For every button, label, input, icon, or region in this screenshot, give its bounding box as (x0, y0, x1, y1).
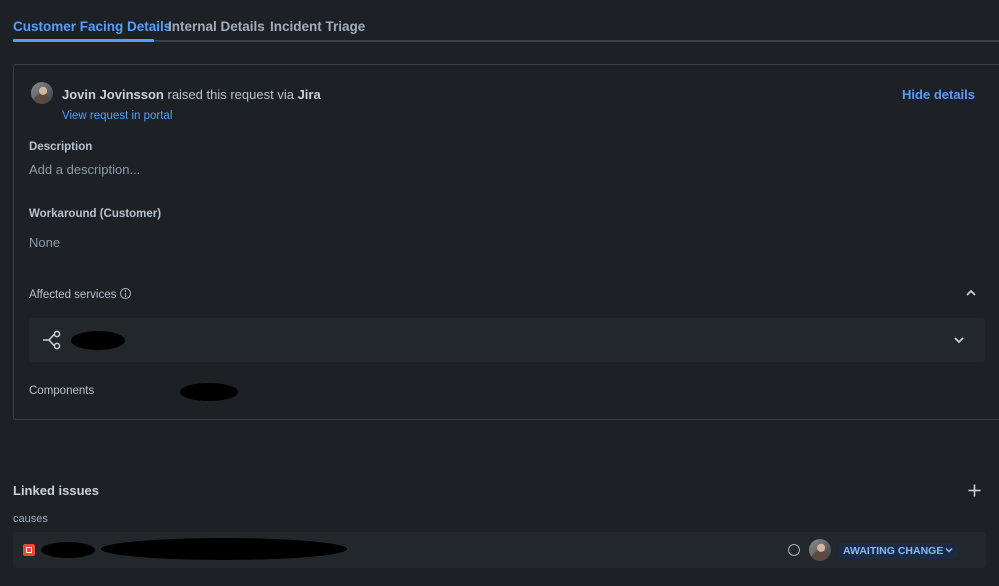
incident-icon (23, 544, 35, 556)
affected-services-label: Affected services (29, 288, 132, 301)
linked-issues-heading: Linked issues (13, 483, 99, 498)
reporter-avatar[interactable] (31, 82, 53, 104)
service-graph-icon (43, 330, 61, 350)
linked-issue-row[interactable]: AWAITING CHANGE (13, 532, 986, 568)
active-tab-indicator (13, 39, 154, 42)
workaround-label: Workaround (Customer) (29, 208, 162, 220)
tab-bar: Customer Facing Details Internal Details… (0, 0, 999, 42)
chevron-up-icon[interactable] (965, 287, 977, 299)
view-in-portal-link[interactable]: View request in portal (62, 110, 172, 122)
affected-service-row[interactable] (29, 318, 985, 362)
redacted-issue-key[interactable] (41, 542, 95, 558)
description-label: Description (29, 141, 93, 153)
chevron-down-icon[interactable] (953, 334, 965, 346)
tab-incident-triage[interactable]: Incident Triage (270, 19, 365, 34)
priority-circle-icon (788, 544, 800, 556)
status-text: AWAITING CHANGE (843, 545, 944, 557)
assignee-avatar[interactable] (809, 539, 831, 561)
info-icon[interactable] (120, 288, 132, 299)
redacted-issue-summary[interactable] (101, 538, 347, 560)
raised-text: raised this request via (163, 87, 298, 102)
tab-internal-details[interactable]: Internal Details (168, 19, 265, 34)
redacted-components-value (180, 383, 238, 401)
workaround-value[interactable]: None (29, 235, 60, 250)
hide-details-button[interactable]: Hide details (902, 87, 975, 102)
status-lozenge[interactable]: AWAITING CHANGE (839, 543, 958, 559)
description-field[interactable]: Add a description... (29, 162, 140, 177)
affected-services-text: Affected services (29, 289, 117, 301)
components-label: Components (29, 385, 95, 397)
channel-name: Jira (297, 87, 321, 102)
plus-icon[interactable] (968, 484, 981, 497)
tab-customer-facing-details[interactable]: Customer Facing Details (13, 19, 171, 34)
request-details-panel: Jovin Jovinsson raised this request via … (13, 64, 999, 420)
link-relation-label: causes (13, 513, 48, 525)
raised-by-line: Jovin Jovinsson raised this request via … (62, 87, 321, 102)
redacted-service-name (71, 331, 125, 350)
reporter-name[interactable]: Jovin Jovinsson (62, 87, 164, 102)
chevron-down-icon (945, 547, 953, 553)
tab-divider (13, 40, 999, 42)
